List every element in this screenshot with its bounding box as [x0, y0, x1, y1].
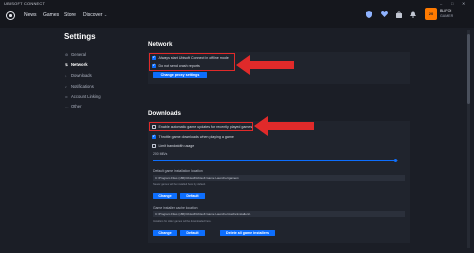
- window-title: UBISOFT CONNECT: [4, 1, 46, 6]
- change-proxy-button[interactable]: Change proxy settings: [153, 72, 207, 78]
- downloads-section-title: Downloads: [148, 110, 182, 117]
- page-title: Settings: [64, 32, 96, 41]
- sidebar-item-label: General: [71, 52, 86, 57]
- throttle-downloads-checkbox[interactable]: [152, 134, 156, 139]
- shield-icon[interactable]: [366, 11, 372, 20]
- sidebar-item-general[interactable]: ⚙ General: [65, 52, 86, 57]
- download-icon: ↓: [65, 73, 67, 78]
- annotation-arrow-network: [236, 55, 294, 75]
- highlight-box-downloads: [149, 122, 253, 131]
- top-bar: UBISOFT CONNECT – □ ✕ News Games Store D…: [0, 0, 474, 28]
- cache-location-path[interactable]: C:\Program Files (x86)\Ubisoft\Ubisoft G…: [153, 211, 405, 217]
- sidebar-item-notifications[interactable]: ♪ Notifications: [65, 84, 94, 89]
- user-info[interactable]: BLIFOI GAMER: [440, 9, 453, 19]
- sidebar-item-downloads[interactable]: ↓ Downloads: [65, 73, 92, 78]
- downloads-panel: [148, 121, 410, 243]
- default-location-label: Default game installation location: [153, 169, 203, 173]
- bandwidth-slider-fill: [153, 160, 395, 161]
- bandwidth-value: 200 MB/s: [153, 152, 168, 156]
- sidebar-item-label: Downloads: [71, 73, 92, 78]
- network-section-title: Network: [148, 41, 173, 48]
- nav-discover[interactable]: Discover ⌄: [83, 12, 107, 18]
- limit-bandwidth-checkbox[interactable]: [152, 144, 156, 148]
- maximize-button[interactable]: □: [451, 1, 453, 6]
- cache-location-change-button[interactable]: Change: [153, 230, 177, 236]
- heart-icon[interactable]: [381, 11, 388, 19]
- default-location-hint: Newer games will be installed here by de…: [153, 183, 206, 186]
- sidebar-item-network[interactable]: ⇅ Network: [65, 62, 88, 67]
- annotation-arrow-downloads: [254, 116, 314, 136]
- nav-news[interactable]: News: [24, 12, 37, 18]
- delete-installers-button[interactable]: Delete all game installers: [220, 230, 275, 236]
- cache-location-label: Game installer cache location: [153, 206, 198, 210]
- avatar[interactable]: 20: [425, 8, 437, 20]
- throttle-downloads-option[interactable]: Throttle game downloads when playing a g…: [152, 134, 234, 139]
- sidebar-item-label: Other: [71, 104, 82, 109]
- nav-games[interactable]: Games: [43, 12, 59, 18]
- highlight-box-network: [149, 53, 235, 71]
- throttle-downloads-label: Throttle game downloads when playing a g…: [158, 135, 234, 139]
- default-location-change-button[interactable]: Change: [153, 193, 177, 199]
- limit-bandwidth-option[interactable]: Limit bandwidth usage: [152, 144, 194, 148]
- limit-bandwidth-label: Limit bandwidth usage: [158, 144, 195, 148]
- network-icon: ⇅: [65, 62, 69, 67]
- bell-icon: ♪: [65, 84, 67, 89]
- chevron-down-icon: ⌄: [103, 12, 108, 17]
- bandwidth-slider-handle[interactable]: [394, 159, 397, 162]
- sidebar-item-label: Network: [71, 62, 88, 67]
- link-icon: ∞: [65, 94, 68, 99]
- cache-location-default-button[interactable]: Default: [180, 230, 205, 236]
- sidebar-item-other[interactable]: … Other: [65, 104, 81, 109]
- nav-store[interactable]: Store: [64, 12, 76, 18]
- close-button[interactable]: ✕: [462, 1, 465, 6]
- minimize-button[interactable]: –: [440, 1, 442, 6]
- gear-icon: ⚙: [65, 52, 69, 57]
- ubisoft-logo-icon[interactable]: [6, 11, 15, 20]
- dots-icon: …: [65, 104, 69, 109]
- cache-location-hint: Installers for older games will be downl…: [153, 220, 212, 223]
- default-location-default-button[interactable]: Default: [180, 193, 205, 199]
- bag-icon[interactable]: [396, 11, 402, 20]
- nav-discover-label: Discover: [83, 12, 103, 18]
- sidebar-item-label: Notifications: [71, 84, 94, 89]
- bell-icon[interactable]: [410, 11, 416, 20]
- scrollbar-thumb[interactable]: [467, 34, 470, 104]
- user-status: GAMER: [440, 14, 454, 18]
- sidebar-item-account-linking[interactable]: ∞ Account Linking: [65, 94, 101, 99]
- sidebar-item-label: Account Linking: [71, 94, 101, 99]
- default-location-path[interactable]: C:\Program Files (x86)\Ubisoft\Ubisoft G…: [153, 175, 405, 181]
